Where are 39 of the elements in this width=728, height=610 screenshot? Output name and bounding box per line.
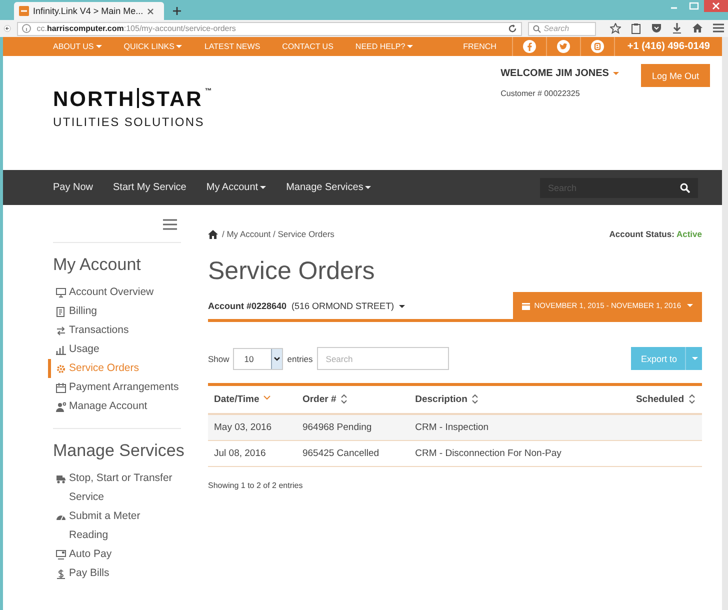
main-nav-link[interactable]: Pay Now xyxy=(53,182,94,193)
tab-title: Infinity.Link V4 > Main Me... xyxy=(33,6,144,16)
sidebar-link[interactable]: Usage xyxy=(48,340,181,359)
sidebar-link[interactable]: Auto Pay xyxy=(48,545,181,564)
logo-text: NORTH xyxy=(53,88,136,112)
sidebar-link[interactable]: Submit a Meter Reading xyxy=(48,507,181,545)
sidebar-link[interactable]: Pay Bills xyxy=(48,564,181,583)
sidebar-link[interactable]: Manage Account xyxy=(48,397,181,416)
table-cell: 964968 Pending xyxy=(296,414,410,440)
page-size-select[interactable]: 10 xyxy=(233,348,284,370)
sidebar-link[interactable]: Stop, Start or Transfer Service xyxy=(48,469,181,507)
show-label: Show xyxy=(208,354,230,364)
breadcrumb[interactable]: / My Account / Service Orders xyxy=(222,229,334,239)
table-info: Showing 1 to 2 of 2 entries xyxy=(208,481,304,490)
sidebar-link[interactable]: Transactions xyxy=(48,321,181,340)
account-selector[interactable]: Account #0228640 (516 ORMOND STREET) xyxy=(208,300,405,310)
url-text: cc.harriscomputer.com:105/my-account/service-orders xyxy=(36,24,237,33)
table-cell: May 03, 2016 xyxy=(208,414,296,440)
address-bar[interactable]: cc.harriscomputer.com:105/my-account/service-orders xyxy=(16,22,522,36)
sidebar-link[interactable]: Payment Arrangements xyxy=(48,378,181,397)
logo-text: STAR xyxy=(141,88,203,112)
main-nav-link[interactable]: Start My Service xyxy=(113,182,186,193)
customer-number: Customer # 00022325 xyxy=(500,89,581,98)
account-status: Account Status: Active xyxy=(609,229,702,239)
table-cell: Jul 08, 2016 xyxy=(208,440,296,466)
table-cell: CRM - Disconnection For Non-Pay xyxy=(409,440,610,466)
welcome-menu[interactable]: WELCOME JIM JONES xyxy=(500,68,619,79)
logo-subtitle: UTILITIES SOLUTIONS xyxy=(53,115,206,129)
main-nav-link[interactable]: My Account xyxy=(206,182,266,193)
table-cell: CRM - Inspection xyxy=(409,414,610,440)
page-title: Service Orders xyxy=(208,257,376,286)
table-cell: 965425 Cancelled xyxy=(296,440,410,466)
sidebar-link[interactable]: Account Overview xyxy=(48,283,181,302)
main-nav-link[interactable]: Manage Services xyxy=(286,182,372,193)
sidebar-link[interactable]: Billing xyxy=(48,302,181,321)
browser-tab[interactable]: Infinity.Link V4 > Main Me... xyxy=(14,2,164,20)
entries-label: entries xyxy=(287,354,313,364)
phone-number: +1 (416) 496-0149 xyxy=(614,37,722,56)
section-heading: My Account xyxy=(53,255,142,275)
